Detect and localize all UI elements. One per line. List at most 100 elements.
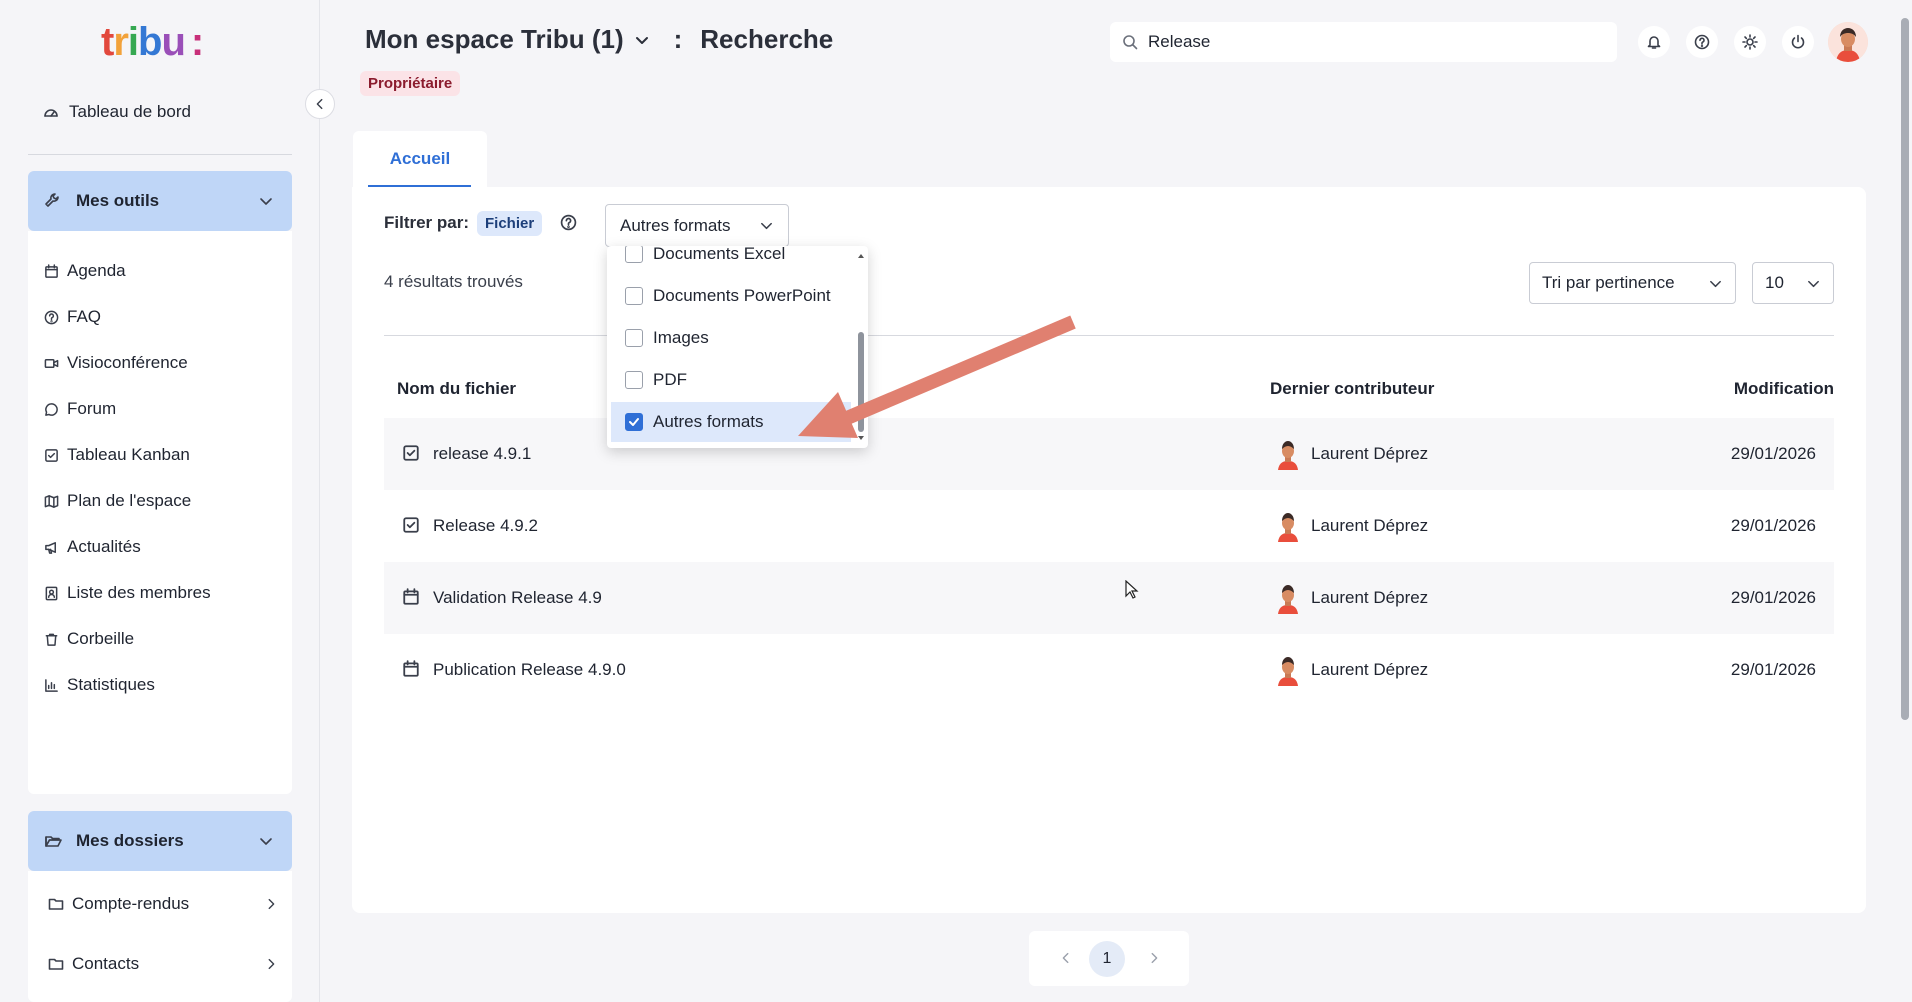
page-scroll-thumb[interactable] bbox=[1901, 18, 1909, 720]
option-label: Documents Excel bbox=[653, 246, 786, 263]
active-tab-indicator bbox=[368, 185, 471, 187]
checkbox[interactable] bbox=[625, 246, 643, 263]
checkbox[interactable] bbox=[625, 287, 643, 305]
tab-accueil[interactable]: Accueil bbox=[353, 131, 487, 187]
sidebar-item-label: Visioconférence bbox=[67, 353, 188, 372]
sidebar-folder-compte-rendus[interactable]: Compte-rendus bbox=[48, 894, 278, 914]
tools-list: Agenda FAQ Visioconférence Forum Tableau… bbox=[28, 231, 292, 794]
format-option-pdf[interactable]: PDF bbox=[611, 360, 851, 400]
chevron-right-icon[interactable] bbox=[1147, 951, 1161, 965]
contributor-avatar bbox=[1274, 584, 1302, 614]
sidebar-item-trash[interactable]: Corbeille bbox=[44, 629, 134, 649]
file-name: release 4.9.1 bbox=[433, 444, 532, 463]
checkbox[interactable] bbox=[625, 371, 643, 389]
sidebar-item-members[interactable]: Liste des membres bbox=[44, 583, 211, 603]
space-name[interactable]: Mon espace Tribu (1) bbox=[365, 24, 624, 55]
format-filter-value: Autres formats bbox=[620, 215, 731, 235]
sidebar-item-label: Tableau Kanban bbox=[67, 445, 190, 464]
format-option-excel[interactable]: Documents Excel bbox=[611, 246, 851, 274]
file-name: Publication Release 4.9.0 bbox=[433, 660, 626, 679]
chat-icon bbox=[44, 402, 59, 417]
sidebar-item-plan[interactable]: Plan de l'espace bbox=[44, 491, 191, 511]
checkbox-checked[interactable] bbox=[625, 413, 643, 431]
format-option-other[interactable]: Autres formats bbox=[611, 402, 851, 442]
folders-section-title: Mes dossiers bbox=[76, 831, 184, 850]
file-name: Release 4.9.2 bbox=[433, 516, 538, 535]
page-number-current[interactable]: 1 bbox=[1089, 941, 1125, 977]
contributor-name: Laurent Déprez bbox=[1311, 444, 1429, 463]
sidebar-collapse-button[interactable] bbox=[305, 89, 335, 119]
table-row[interactable]: Validation Release 4.9 Laurent Déprez 29… bbox=[384, 562, 1834, 634]
folder-label: Contacts bbox=[72, 954, 140, 973]
sidebar-item-kanban[interactable]: Tableau Kanban bbox=[44, 445, 190, 465]
filter-help-button[interactable] bbox=[560, 214, 577, 231]
search-input[interactable] bbox=[1148, 32, 1588, 52]
folder-icon bbox=[48, 896, 64, 912]
filter-label: Filtrer par: bbox=[384, 213, 470, 232]
megaphone-icon bbox=[44, 540, 59, 555]
format-filter-select[interactable]: Autres formats bbox=[605, 204, 789, 247]
help-button[interactable] bbox=[1686, 26, 1718, 58]
sidebar-item-visio[interactable]: Visioconférence bbox=[44, 353, 188, 373]
sidebar-item-faq[interactable]: FAQ bbox=[44, 307, 101, 327]
per-page-select[interactable]: 10 bbox=[1752, 262, 1834, 304]
tools-section-toggle[interactable]: Mes outils bbox=[28, 171, 292, 231]
table-row[interactable]: Release 4.9.2 Laurent Déprez 29/01/2026 bbox=[384, 490, 1834, 562]
contributor-name: Laurent Déprez bbox=[1311, 516, 1429, 535]
page-name: Recherche bbox=[700, 24, 834, 54]
chevron-left-icon bbox=[313, 97, 327, 111]
sidebar-item-forum[interactable]: Forum bbox=[44, 399, 116, 419]
format-option-images[interactable]: Images bbox=[611, 318, 851, 358]
global-search bbox=[1110, 22, 1617, 62]
sort-select[interactable]: Tri par pertinence bbox=[1529, 262, 1736, 304]
tribu-logo[interactable]: tribu: bbox=[101, 20, 204, 64]
chevron-down-icon bbox=[759, 218, 774, 233]
sidebar-folder-contacts[interactable]: Contacts bbox=[48, 954, 278, 974]
sidebar-item-stats[interactable]: Statistiques bbox=[44, 675, 155, 695]
contributor-name: Laurent Déprez bbox=[1311, 660, 1429, 679]
contributor-avatar bbox=[1274, 440, 1302, 470]
task-check-icon bbox=[402, 516, 420, 534]
folders-list: Compte-rendus Contacts bbox=[28, 871, 292, 1002]
power-icon bbox=[1790, 34, 1806, 50]
modified-date: 29/01/2026 bbox=[1730, 660, 1816, 679]
sidebar-item-agenda[interactable]: Agenda bbox=[44, 261, 126, 281]
column-header-name[interactable]: Nom du fichier bbox=[397, 379, 516, 399]
sidebar-item-label: Agenda bbox=[67, 261, 126, 280]
filter-type-chip[interactable]: Fichier bbox=[477, 211, 543, 236]
space-switcher-chevron-icon[interactable] bbox=[634, 32, 650, 48]
table-row[interactable]: release 4.9.1 Laurent Déprez 29/01/2026 bbox=[384, 418, 1834, 490]
sidebar-divider bbox=[28, 154, 292, 155]
map-icon bbox=[44, 494, 59, 509]
chevron-right-icon bbox=[264, 957, 278, 971]
option-label: Autres formats bbox=[653, 412, 764, 431]
chevron-down-icon bbox=[258, 193, 274, 209]
column-header-contributor[interactable]: Dernier contributeur bbox=[1270, 379, 1434, 399]
tools-section-title: Mes outils bbox=[76, 191, 160, 210]
format-options-dropdown: Documents Excel Documents PowerPoint Ima… bbox=[607, 246, 868, 448]
dashboard-link[interactable]: Tableau de bord bbox=[43, 102, 191, 122]
sidebar-item-label: Liste des membres bbox=[67, 583, 211, 602]
theme-toggle-button[interactable] bbox=[1734, 26, 1766, 58]
option-label: Images bbox=[653, 328, 709, 347]
sidebar-item-news[interactable]: Actualités bbox=[44, 537, 141, 557]
user-avatar[interactable] bbox=[1828, 22, 1868, 62]
sidebar-item-label: Plan de l'espace bbox=[67, 491, 192, 510]
checkbox[interactable] bbox=[625, 329, 643, 347]
bar-chart-icon bbox=[44, 678, 59, 693]
results-count: 4 résultats trouvés bbox=[384, 272, 523, 291]
chevron-down-icon bbox=[1708, 276, 1723, 291]
folder-label: Compte-rendus bbox=[72, 894, 190, 913]
logout-button[interactable] bbox=[1782, 26, 1814, 58]
column-header-modified[interactable]: Modification bbox=[1716, 379, 1834, 399]
contacts-icon bbox=[44, 586, 59, 601]
page-title: Mon espace Tribu (1) : Recherche bbox=[365, 24, 833, 55]
folders-section-toggle[interactable]: Mes dossiers bbox=[28, 811, 292, 871]
sidebar-item-label: Forum bbox=[67, 399, 117, 418]
format-option-powerpoint[interactable]: Documents PowerPoint bbox=[611, 276, 851, 316]
table-row[interactable]: Publication Release 4.9.0 Laurent Déprez… bbox=[384, 634, 1834, 706]
dropdown-scroll-thumb[interactable] bbox=[858, 332, 864, 432]
sort-value: Tri par pertinence bbox=[1542, 273, 1675, 292]
notifications-button[interactable] bbox=[1638, 26, 1670, 58]
chevron-left-icon[interactable] bbox=[1059, 951, 1073, 965]
